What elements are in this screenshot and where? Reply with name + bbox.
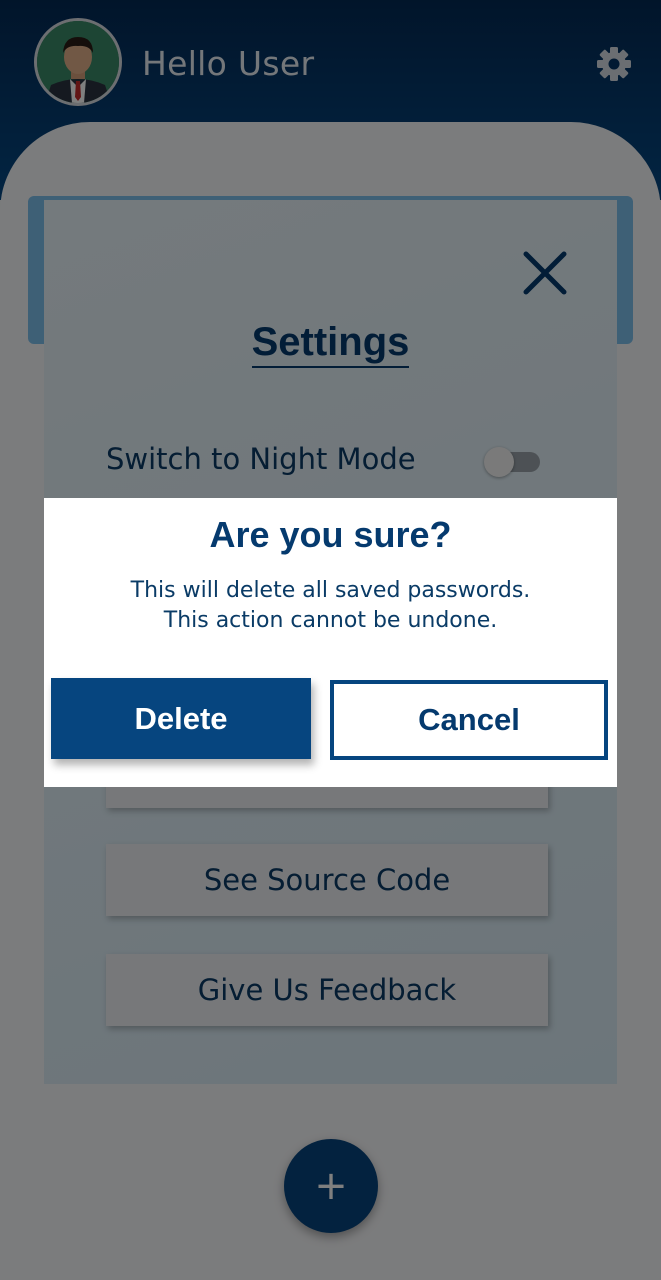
cancel-button[interactable]: Cancel [330, 680, 608, 760]
delete-button[interactable]: Delete [51, 678, 311, 759]
dialog-message-line2: This action cannot be undone. [163, 608, 498, 633]
dialog-message-line1: This will delete all saved passwords. [130, 578, 531, 603]
confirm-dialog: Are you sure? This will delete all saved… [44, 498, 617, 787]
dialog-title: Are you sure? [209, 514, 452, 555]
